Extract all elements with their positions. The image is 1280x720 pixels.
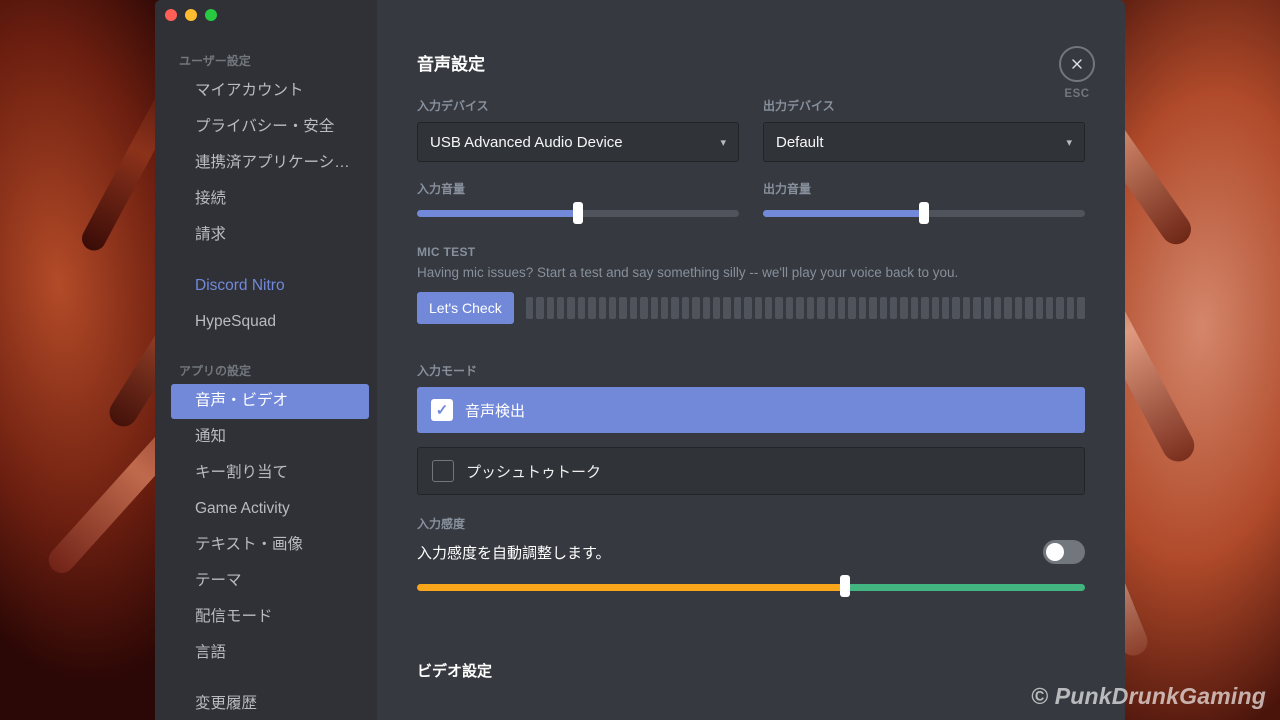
settings-sidebar: ユーザー設定 マイアカウント プライバシー・安全 連携済アプリケーショ… 接続 … (155, 0, 377, 720)
window-controls (165, 9, 217, 21)
sidebar-category-app: アプリの設定 (155, 354, 377, 383)
sidebar-item-keybinds[interactable]: キー割り当て (171, 456, 369, 491)
sidebar-item-nitro[interactable]: Discord Nitro (171, 269, 369, 304)
sidebar-item-connections[interactable]: 接続 (171, 182, 369, 217)
chevron-down-icon: ▾ (720, 136, 726, 149)
output-device-value: Default (776, 134, 824, 151)
close-window-icon[interactable] (165, 9, 177, 21)
slider-thumb[interactable] (840, 575, 850, 597)
input-volume-slider[interactable] (417, 205, 739, 221)
sidebar-item-authorized-apps[interactable]: 連携済アプリケーショ… (171, 146, 369, 181)
video-settings-title: ビデオ設定 (417, 660, 1085, 681)
sensitivity-slider[interactable] (417, 578, 1085, 596)
sidebar-item-streamer-mode[interactable]: 配信モード (171, 600, 369, 635)
input-device-select[interactable]: USB Advanced Audio Device ▾ (417, 122, 739, 162)
sidebar-item-notifications[interactable]: 通知 (171, 420, 369, 455)
sidebar-item-language[interactable]: 言語 (171, 636, 369, 671)
checkbox-checked-icon: ✓ (431, 399, 453, 421)
input-device-value: USB Advanced Audio Device (430, 134, 623, 151)
input-mode-label: 入力モード (417, 362, 1085, 379)
slider-thumb[interactable] (573, 202, 583, 224)
sidebar-item-game-activity[interactable]: Game Activity (171, 492, 369, 527)
input-volume-label: 入力音量 (417, 180, 739, 197)
chevron-down-icon: ▾ (1066, 136, 1072, 149)
mode-voice-label: 音声検出 (465, 400, 525, 421)
input-mode-push-to-talk[interactable]: プッシュトゥトーク (417, 447, 1085, 495)
maximize-window-icon[interactable] (205, 9, 217, 21)
sidebar-item-text-images[interactable]: テキスト・画像 (171, 528, 369, 563)
sidebar-item-hypesquad[interactable]: HypeSquad (171, 305, 369, 340)
mic-test-label: MIC TEST (417, 245, 1085, 259)
settings-content: ESC 音声設定 入力デバイス USB Advanced Audio Devic… (377, 0, 1125, 720)
close-settings: ESC (1059, 46, 1095, 100)
mic-test-button[interactable]: Let's Check (417, 292, 514, 324)
sensitivity-label: 入力感度 (417, 515, 1085, 532)
toggle-knob (1046, 543, 1064, 561)
close-icon (1069, 56, 1085, 72)
watermark: © PunkDrunkGaming (1031, 683, 1266, 710)
checkbox-unchecked-icon (432, 460, 454, 482)
sidebar-item-changelog[interactable]: 変更履歴 (171, 687, 369, 720)
slider-thumb[interactable] (919, 202, 929, 224)
esc-label: ESC (1059, 88, 1095, 100)
output-volume-slider[interactable] (763, 205, 1085, 221)
sidebar-item-my-account[interactable]: マイアカウント (171, 74, 369, 109)
output-volume-label: 出力音量 (763, 180, 1085, 197)
mic-test-description: Having mic issues? Start a test and say … (417, 265, 1085, 280)
input-mode-voice-activity[interactable]: ✓ 音声検出 (417, 387, 1085, 433)
mode-ptt-label: プッシュトゥトーク (466, 461, 601, 482)
page-title: 音声設定 (417, 50, 1085, 75)
sidebar-item-appearance[interactable]: テーマ (171, 564, 369, 599)
auto-sensitivity-toggle[interactable] (1043, 540, 1085, 564)
output-device-select[interactable]: Default ▾ (763, 122, 1085, 162)
sidebar-item-voice-video[interactable]: 音声・ビデオ (171, 384, 369, 419)
sidebar-item-billing[interactable]: 請求 (171, 218, 369, 253)
close-button[interactable] (1059, 46, 1095, 82)
minimize-window-icon[interactable] (185, 9, 197, 21)
output-device-label: 出力デバイス (763, 97, 1085, 114)
mic-level-meter (526, 297, 1085, 319)
sensitivity-description: 入力感度を自動調整します。 (417, 542, 611, 563)
settings-window: ユーザー設定 マイアカウント プライバシー・安全 連携済アプリケーショ… 接続 … (155, 0, 1125, 720)
sidebar-category-user: ユーザー設定 (155, 44, 377, 73)
sidebar-item-privacy[interactable]: プライバシー・安全 (171, 110, 369, 145)
input-device-label: 入力デバイス (417, 97, 739, 114)
